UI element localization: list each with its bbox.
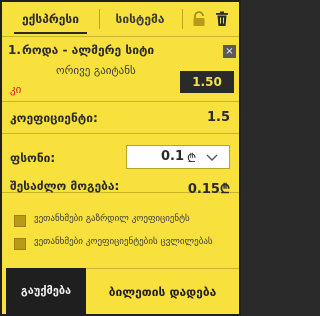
- coefficient-value: 1.5: [206, 110, 230, 125]
- checkbox-label: ვეთანხმები გაზრდილ კოეფიციენტს: [34, 214, 190, 224]
- bet-number: 1.: [8, 43, 21, 57]
- bet-item: 1. როდა - ალმერე სიტი × ორივე გაიტანს კი…: [2, 37, 239, 102]
- stake-input[interactable]: 0.1 ₾: [126, 145, 230, 169]
- odds-options: ვეთანხმები გაზრდილ კოეფიციენტს ვეთანხმებ…: [2, 204, 239, 260]
- possible-win-label: შესაძლო მოგება:: [10, 179, 120, 193]
- bet-slip: ექსპრესი სისტემა 1. როდა - ალმერე სიტი ×…: [0, 0, 241, 316]
- market-name: ორივე გაიტანს: [56, 64, 136, 77]
- lock-icon[interactable]: [192, 11, 206, 27]
- tab-divider: [99, 9, 100, 29]
- coefficient-label: კოეფიციენტი:: [10, 111, 98, 125]
- tab-divider: [182, 9, 183, 29]
- slip-tabs: ექსპრესი სისტემა: [2, 2, 239, 37]
- slip-footer: გაუქმება ბილეთის დადება: [2, 268, 239, 314]
- tab-system[interactable]: სისტემა: [101, 2, 179, 36]
- checkbox-label: ვეთანხმები კოეფიციენტების ცვლილებას: [34, 237, 213, 247]
- event-title: როდა - ალმერე სიტი: [22, 43, 155, 57]
- place-bet-button[interactable]: ბილეთის დადება: [86, 268, 239, 314]
- selection-name: კი: [10, 83, 22, 96]
- stake-value: 0.1: [161, 149, 185, 164]
- lari-icon: ₾: [187, 151, 197, 165]
- chevron-down-icon[interactable]: [206, 154, 218, 162]
- tab-express[interactable]: ექსპრესი: [2, 2, 99, 36]
- remove-bet-button[interactable]: ×: [223, 45, 236, 58]
- possible-win-value: 0.15₾: [187, 182, 230, 197]
- trash-icon[interactable]: [215, 11, 229, 27]
- clear-button[interactable]: გაუქმება: [6, 268, 86, 314]
- total-coefficient-row: კოეფიციენტი: 1.5: [2, 103, 239, 134]
- checkbox-box[interactable]: [14, 215, 26, 227]
- odds-badge: 1.50: [180, 71, 234, 93]
- checkbox-box[interactable]: [14, 238, 26, 250]
- stake-label: ფსონი:: [10, 151, 56, 165]
